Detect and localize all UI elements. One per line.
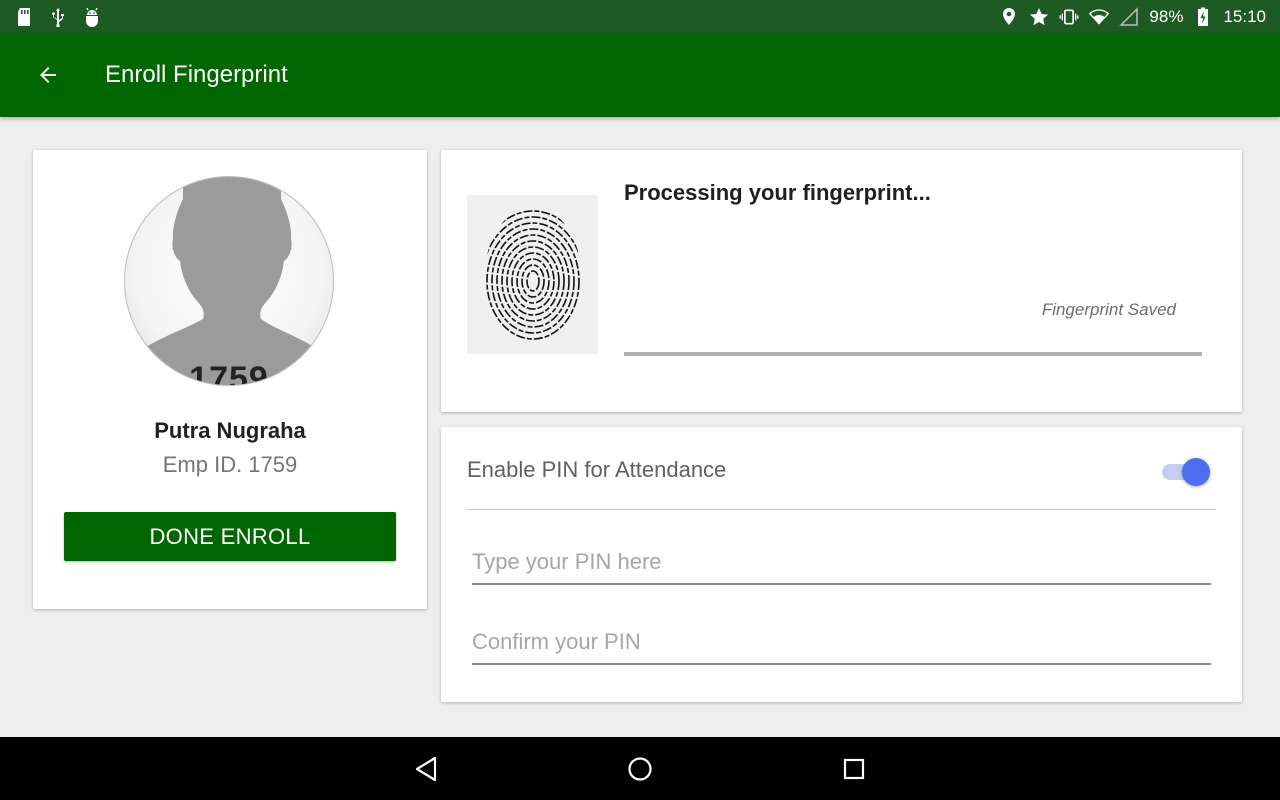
usb-icon xyxy=(48,7,68,27)
recents-square-icon xyxy=(843,758,865,779)
pin-card: Enable PIN for Attendance xyxy=(441,427,1242,702)
cell-signal-icon xyxy=(1119,6,1139,27)
fingerprint-progress-fill xyxy=(624,352,1202,356)
location-icon xyxy=(999,7,1019,27)
profile-card: 1759 Putra Nugraha Emp ID. 1759 DONE ENR… xyxy=(33,150,427,609)
nav-recents-button[interactable] xyxy=(832,747,876,791)
battery-charging-icon xyxy=(1193,7,1213,27)
fingerprint-image xyxy=(467,195,598,354)
avatar: 1759 xyxy=(124,176,334,386)
toggle-thumb xyxy=(1182,458,1210,486)
navigation-bar xyxy=(0,737,1280,800)
arrow-back-icon xyxy=(40,67,56,83)
done-enroll-button[interactable]: DONE ENROLL xyxy=(64,512,396,561)
battery-percent: 98% xyxy=(1149,6,1184,26)
android-debug-icon xyxy=(82,7,102,27)
fingerprint-card: Processing your fingerprint... Fingerpri… xyxy=(441,150,1242,412)
app-bar: Enroll Fingerprint xyxy=(0,33,1280,117)
person-silhouette-icon xyxy=(135,177,325,385)
employee-name: Putra Nugraha xyxy=(154,418,306,443)
fingerprint-icon xyxy=(485,207,581,343)
fingerprint-status: Fingerprint Saved xyxy=(1041,300,1176,319)
home-circle-icon xyxy=(628,756,652,781)
status-left-icons xyxy=(14,7,102,27)
vibrate-icon xyxy=(1059,7,1079,27)
star-icon xyxy=(1029,7,1049,27)
back-button[interactable] xyxy=(20,47,76,103)
page-title: Enroll Fingerprint xyxy=(105,61,288,88)
fingerprint-progress-bar xyxy=(624,352,1202,356)
sd-card-icon xyxy=(14,7,34,27)
clock: 15:10 xyxy=(1223,6,1266,26)
nav-back-button[interactable] xyxy=(404,747,448,791)
confirm-pin-input[interactable] xyxy=(472,625,1211,665)
enable-pin-label: Enable PIN for Attendance xyxy=(467,457,727,482)
status-bar: 98% 15:10 xyxy=(0,0,1280,33)
back-triangle-icon xyxy=(415,756,437,781)
enable-pin-toggle[interactable] xyxy=(1162,457,1214,487)
status-right-icons: 98% 15:10 xyxy=(999,7,1266,27)
nav-home-button[interactable] xyxy=(618,747,662,791)
fingerprint-processing-title: Processing your fingerprint... xyxy=(624,180,931,205)
divider xyxy=(467,509,1216,510)
employee-id: Emp ID. 1759 xyxy=(162,452,298,477)
pin-input[interactable] xyxy=(472,545,1211,585)
wifi-icon xyxy=(1089,7,1110,27)
avatar-number: 1759 xyxy=(189,360,269,386)
